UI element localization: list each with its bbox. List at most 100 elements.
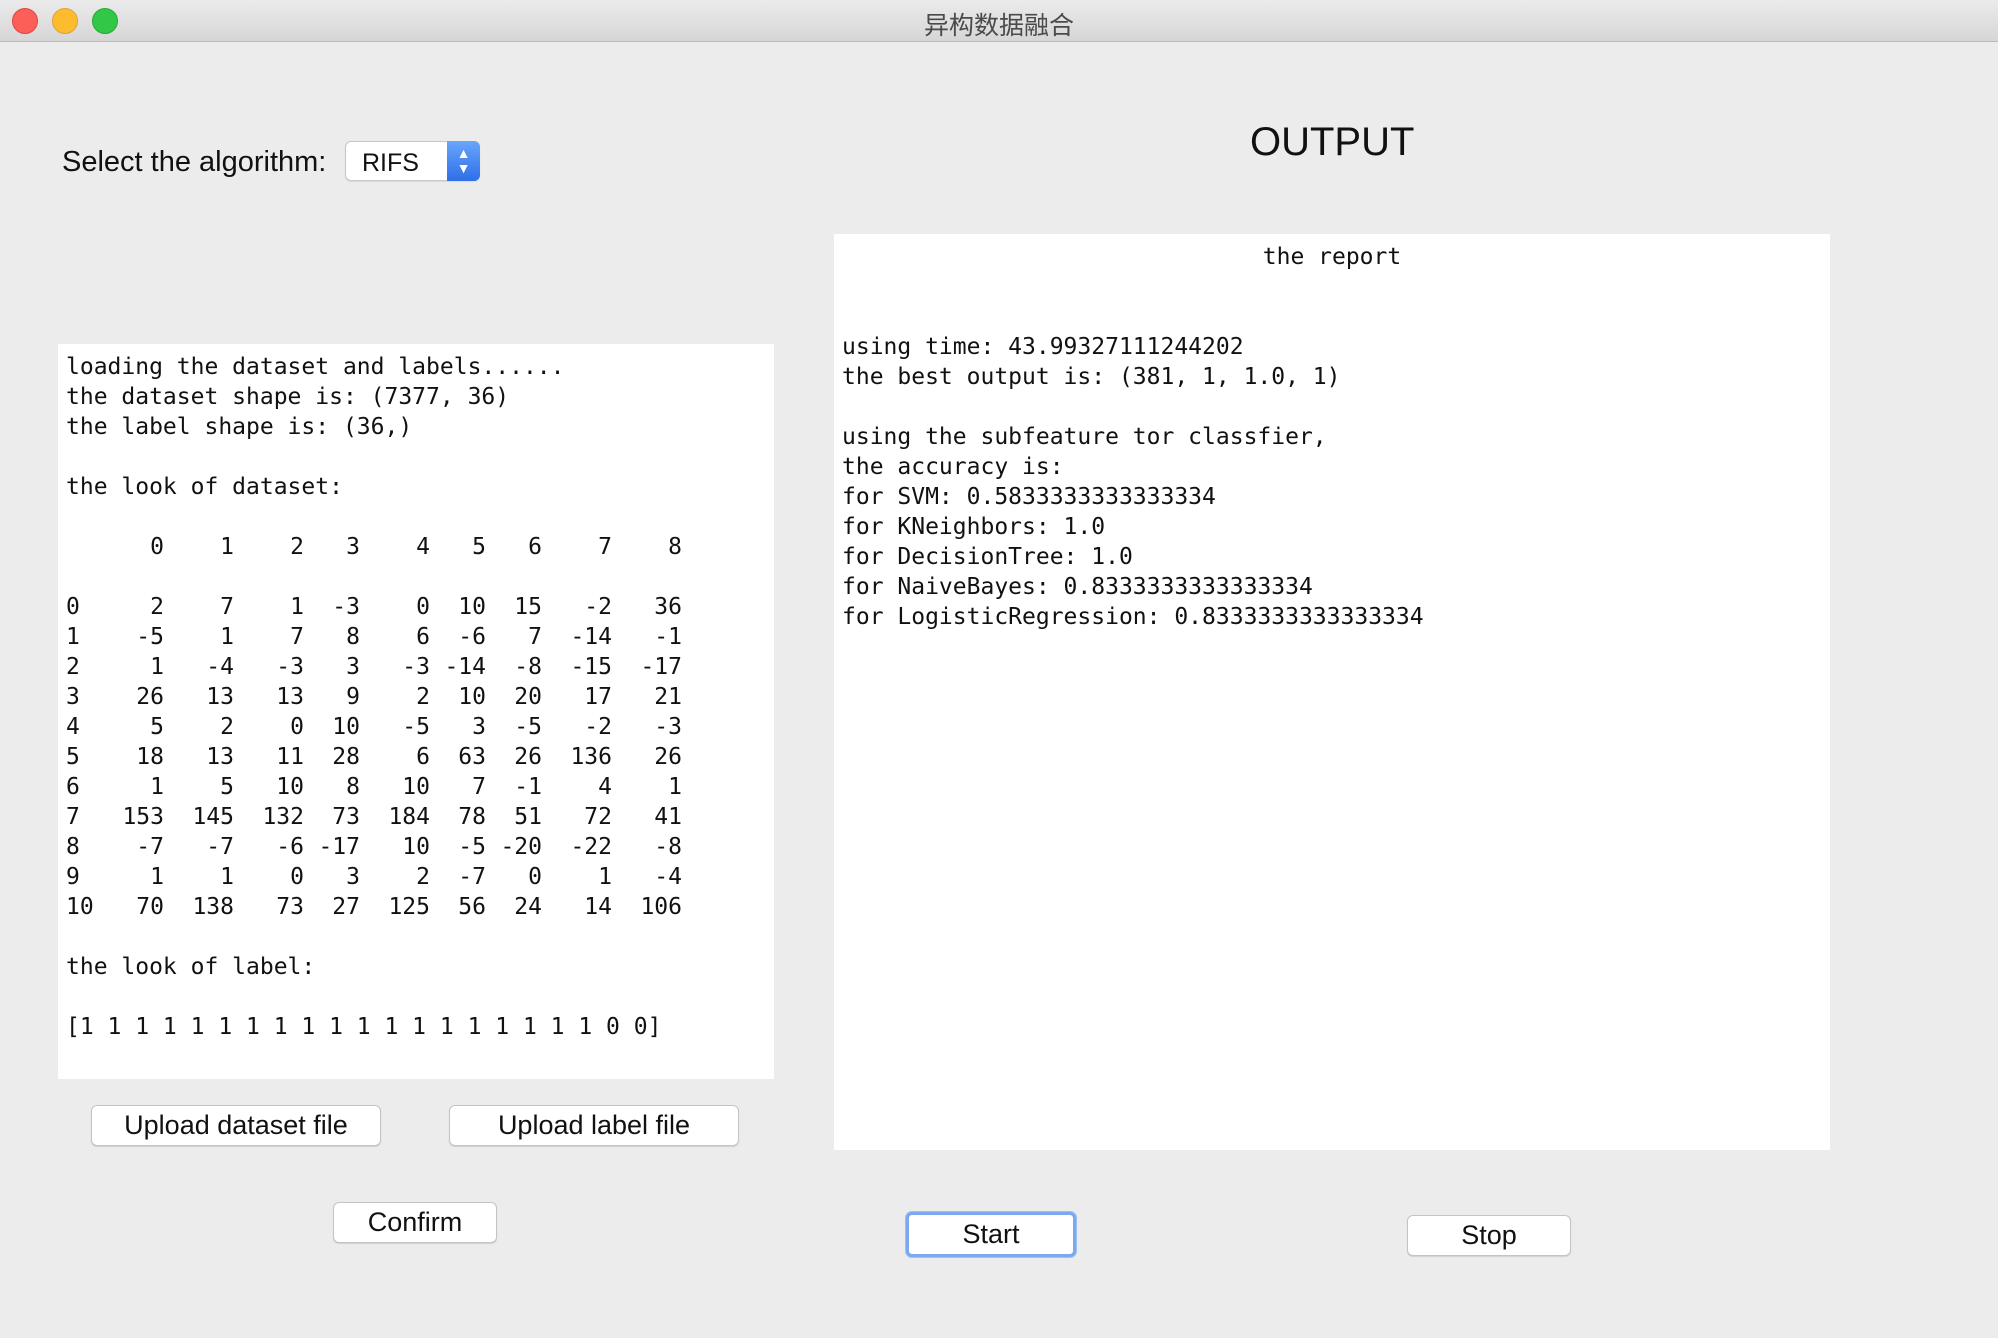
table-cell: 6 — [416, 744, 430, 770]
table-cell: 36 — [654, 594, 682, 620]
table-cell: 3 — [472, 714, 486, 740]
algorithm-label: Select the algorithm: — [62, 146, 327, 178]
table-cell: 41 — [654, 804, 682, 830]
column-header: 0 — [150, 534, 164, 560]
table-cell: 1 — [220, 864, 234, 890]
table-cell: -5 — [136, 624, 164, 650]
report-line: for KNeighbors: 1.0 — [842, 514, 1106, 540]
table-cell: 6 — [416, 624, 430, 650]
table-cell: 15 — [514, 594, 542, 620]
window-title: 异构数据融合 — [923, 12, 1074, 40]
column-header: 8 — [668, 534, 682, 560]
report-line: the accuracy is: — [842, 454, 1064, 480]
log-line: loading the dataset and labels...... — [66, 354, 565, 380]
window-titlebar: 异构数据融合 — [0, 0, 1998, 42]
table-cell: -7 — [136, 834, 164, 860]
column-header: 3 — [346, 534, 360, 560]
table-cell: 72 — [584, 804, 612, 830]
column-header: 1 — [220, 534, 234, 560]
algorithm-select[interactable]: RIFS ▲ ▼ — [345, 141, 480, 181]
table-cell: 14 — [584, 894, 612, 920]
algorithm-selected-value: RIFS — [362, 149, 419, 177]
report-textbox[interactable]: the report using time: 43.99327111244202… — [834, 234, 1830, 1150]
table-cell: 1 — [150, 864, 164, 890]
table-cell: 10 — [458, 594, 486, 620]
table-cell: -5 — [514, 714, 542, 740]
table-cell: -14 — [444, 654, 486, 680]
table-cell: 26 — [654, 744, 682, 770]
confirm-button[interactable]: Confirm — [333, 1202, 497, 1243]
table-cell: -8 — [654, 834, 682, 860]
report-line: for SVM: 0.5833333333333334 — [842, 484, 1216, 510]
row-index: 1 — [66, 624, 80, 650]
table-cell: 11 — [276, 744, 304, 770]
table-cell: 10 — [402, 774, 430, 800]
table-cell: -4 — [206, 654, 234, 680]
row-index: 5 — [66, 744, 80, 770]
table-cell: -4 — [654, 864, 682, 890]
table-cell: -1 — [654, 624, 682, 650]
table-cell: -5 — [458, 834, 486, 860]
table-cell: 136 — [570, 744, 612, 770]
report-line: using the subfeature tor classfier, — [842, 424, 1327, 450]
label-values: [1 1 1 1 1 1 1 1 1 1 1 1 1 1 1 1 1 1 1 0… — [66, 1014, 662, 1040]
table-cell: 2 — [220, 714, 234, 740]
table-cell: 3 — [346, 654, 360, 680]
report-line: for LogisticRegression: 0.83333333333333… — [842, 604, 1424, 630]
table-cell: 2 — [416, 864, 430, 890]
table-cell: 0 — [416, 594, 430, 620]
report-title: the report — [1262, 244, 1402, 270]
label-heading: the look of label: — [66, 954, 316, 980]
log-line: the label shape is: (36,) — [66, 414, 413, 440]
table-cell: 17 — [584, 684, 612, 710]
table-cell: 70 — [136, 894, 164, 920]
report-line: for NaiveBayes: 0.8333333333333334 — [842, 574, 1313, 600]
row-index: 9 — [66, 864, 80, 890]
table-cell: -8 — [514, 654, 542, 680]
upload-label-button[interactable]: Upload label file — [449, 1105, 739, 1146]
table-cell: 125 — [388, 894, 430, 920]
table-cell: 10 — [332, 714, 360, 740]
table-cell: 10 — [458, 684, 486, 710]
column-header: 2 — [290, 534, 304, 560]
table-cell: 27 — [332, 894, 360, 920]
dataset-log-textbox[interactable]: loading the dataset and labels...... the … — [58, 344, 774, 1079]
table-cell: -5 — [402, 714, 430, 740]
log-line: the dataset shape is: (7377, 36) — [66, 384, 510, 410]
table-cell: 7 — [220, 594, 234, 620]
table-cell: 1 — [150, 654, 164, 680]
row-index: 10 — [66, 894, 94, 920]
table-cell: -3 — [332, 594, 360, 620]
start-button[interactable]: Start — [906, 1212, 1076, 1257]
table-cell: 153 — [122, 804, 164, 830]
row-index: 8 — [66, 834, 80, 860]
row-index: 4 — [66, 714, 80, 740]
table-cell: 13 — [206, 744, 234, 770]
table-cell: 10 — [402, 834, 430, 860]
table-cell: -2 — [584, 714, 612, 740]
table-cell: 20 — [514, 684, 542, 710]
log-line: the look of dataset: — [66, 474, 343, 500]
table-cell: 8 — [346, 624, 360, 650]
table-cell: 0 — [290, 864, 304, 890]
table-cell: 145 — [192, 804, 234, 830]
column-header: 4 — [416, 534, 430, 560]
table-cell: 28 — [332, 744, 360, 770]
table-cell: 21 — [654, 684, 682, 710]
table-cell: -15 — [570, 654, 612, 680]
table-cell: 3 — [346, 864, 360, 890]
table-cell: -17 — [640, 654, 682, 680]
table-cell: 7 — [472, 774, 486, 800]
table-cell: 106 — [640, 894, 682, 920]
table-cell: -3 — [402, 654, 430, 680]
table-cell: 1 — [668, 774, 682, 800]
table-cell: 138 — [192, 894, 234, 920]
stop-button[interactable]: Stop — [1407, 1215, 1571, 1256]
table-cell: 132 — [262, 804, 304, 830]
row-index: 7 — [66, 804, 80, 830]
row-index: 2 — [66, 654, 80, 680]
table-cell: -3 — [276, 654, 304, 680]
upload-dataset-button[interactable]: Upload dataset file — [91, 1105, 381, 1146]
table-cell: 51 — [514, 804, 542, 830]
table-cell: -14 — [570, 624, 612, 650]
